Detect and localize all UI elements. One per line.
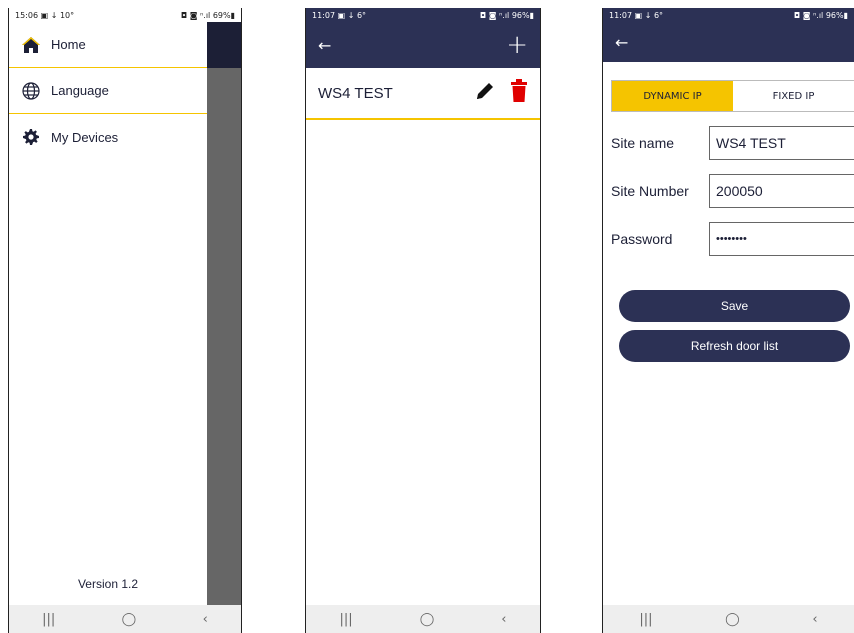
status-icons: ▣ ↓ 6° (337, 10, 367, 20)
status-icons: ▣ ↓ 10° (40, 10, 75, 20)
navigation-drawer: Home Language My Devices Version 1.2 (9, 22, 207, 605)
site-name: WS4 TEST (318, 84, 393, 102)
edit-pencil-icon[interactable] (474, 80, 496, 106)
back-button[interactable]: ‹ (501, 612, 506, 627)
status-battery: ◘ ◙ ⁿ.ıl 96%▮ (479, 10, 534, 20)
menu-label: My Devices (51, 129, 119, 145)
app-header-dimmed (207, 22, 241, 68)
refresh-door-list-button[interactable]: Refresh door list (619, 330, 850, 362)
delete-trash-icon[interactable] (510, 79, 528, 107)
phone-screen-site-list: 11:07 ▣ ↓ 6° ◘ ◙ ⁿ.ıl 96%▮ ← + WS4 TEST … (305, 8, 541, 633)
back-button[interactable]: ‹ (203, 612, 208, 627)
recent-apps-button[interactable]: ||| (42, 612, 55, 627)
password-row: Password •••••••• (603, 220, 854, 258)
menu-label: Home (51, 37, 86, 52)
recent-apps-button[interactable]: ||| (340, 612, 353, 627)
globe-icon (21, 81, 41, 101)
system-nav-bar: ||| ◯ ‹ (9, 605, 241, 633)
system-nav-bar: ||| ◯ ‹ (603, 605, 854, 633)
back-arrow-icon[interactable]: ← (318, 36, 331, 55)
site-list-item[interactable]: WS4 TEST (306, 68, 540, 120)
back-arrow-icon[interactable]: ← (615, 33, 628, 52)
status-battery: ◘ ◙ ⁿ.ıl 96%▮ (793, 10, 848, 20)
system-nav-bar: ||| ◯ ‹ (306, 605, 540, 633)
fixed-ip-option[interactable]: FIXED IP (733, 81, 854, 111)
status-bar: 11:07 ▣ ↓ 6° ◘ ◙ ⁿ.ıl 96%▮ (306, 8, 540, 22)
site-actions (474, 79, 528, 107)
app-version: Version 1.2 (77, 577, 139, 591)
menu-item-home[interactable]: Home (9, 22, 207, 68)
site-number-label: Site Number (611, 183, 689, 199)
status-time: 15:06 (15, 10, 39, 20)
save-button[interactable]: Save (619, 290, 850, 322)
add-site-button[interactable]: + (506, 30, 528, 60)
menu-item-language[interactable]: Language (9, 68, 207, 114)
status-bar: 11:07 ▣ ↓ 6° ◘ ◙ ⁿ.ıl 96%▮ (603, 8, 854, 22)
status-bar: 15:06 ▣ ↓ 10° ◘ ◙ ⁿ.ıl 69%▮ (9, 8, 241, 22)
menu-label: Language (51, 83, 109, 98)
status-battery: ◘ ◙ ⁿ.ıl 69%▮ (180, 10, 235, 20)
drawer-scrim[interactable] (207, 22, 241, 605)
site-number-row: Site Number 200050 (603, 172, 854, 210)
home-button[interactable]: ◯ (725, 612, 740, 627)
home-icon (21, 35, 41, 55)
site-name-row: Site name WS4 TEST (603, 124, 854, 162)
status-time: 11:07 (609, 10, 633, 20)
ip-mode-toggle: DYNAMIC IP FIXED IP (611, 80, 854, 112)
recent-apps-button[interactable]: ||| (639, 612, 652, 627)
home-button[interactable]: ◯ (122, 612, 137, 627)
site-name-label: Site name (611, 135, 675, 151)
status-icons: ▣ ↓ 6° (634, 10, 664, 20)
site-name-input[interactable]: WS4 TEST (709, 126, 854, 160)
site-number-input[interactable]: 200050 (709, 174, 854, 208)
phone-screen-drawer: 15:06 ▣ ↓ 10° ◘ ◙ ⁿ.ıl 69%▮ Home Languag… (8, 8, 242, 633)
password-label: Password (611, 231, 673, 247)
dynamic-ip-option[interactable]: DYNAMIC IP (612, 81, 733, 111)
status-time: 11:07 (312, 10, 336, 20)
gear-icon (21, 127, 41, 147)
home-button[interactable]: ◯ (420, 612, 435, 627)
app-bar: ← (603, 22, 854, 62)
menu-item-my-devices[interactable]: My Devices (9, 114, 207, 160)
back-button[interactable]: ‹ (812, 612, 817, 627)
phone-screen-site-settings: 11:07 ▣ ↓ 6° ◘ ◙ ⁿ.ıl 96%▮ ← DYNAMIC IP … (602, 8, 854, 633)
app-bar: ← + (306, 22, 540, 68)
password-input[interactable]: •••••••• (709, 222, 854, 256)
